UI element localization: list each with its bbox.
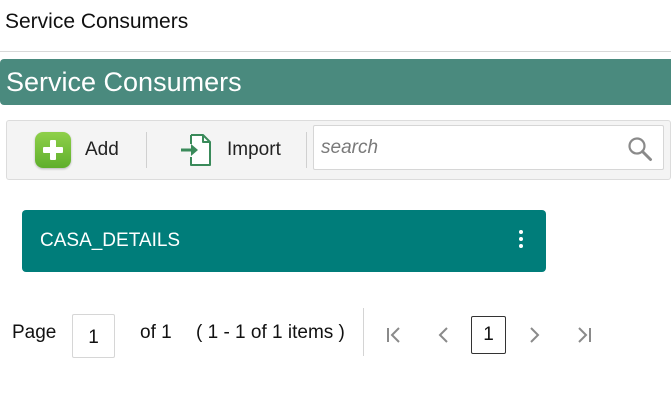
add-button[interactable]: Add — [35, 121, 119, 179]
page-count-label: of 1 — [140, 322, 172, 343]
page-number-input[interactable] — [72, 314, 115, 358]
page-label: Page — [12, 322, 57, 343]
section-banner: Service Consumers — [0, 59, 671, 105]
last-page-icon[interactable] — [575, 324, 593, 346]
import-icon — [181, 134, 211, 166]
service-consumer-card[interactable]: CASA_DETAILS — [22, 210, 546, 272]
previous-page-icon[interactable] — [435, 324, 453, 346]
plus-icon — [35, 132, 71, 168]
add-button-label: Add — [85, 139, 119, 160]
header-divider — [0, 51, 671, 52]
kebab-menu-icon[interactable] — [516, 230, 526, 252]
toolbar-separator — [146, 132, 147, 168]
import-button-label: Import — [227, 139, 281, 160]
toolbar: Add Import — [6, 120, 671, 180]
next-page-icon[interactable] — [525, 324, 543, 346]
toolbar-separator — [306, 132, 307, 168]
search-icon[interactable] — [627, 136, 653, 162]
search-box — [313, 125, 664, 170]
pagination: Page of 1 ( 1 - 1 of 1 items ) 1 — [0, 300, 671, 370]
pagination-separator — [363, 308, 364, 356]
items-summary: ( 1 - 1 of 1 items ) — [196, 322, 345, 343]
page-title: Service Consumers — [5, 10, 189, 33]
search-input[interactable] — [321, 126, 611, 169]
current-page-button[interactable]: 1 — [471, 316, 506, 354]
first-page-icon[interactable] — [385, 324, 403, 346]
card-title: CASA_DETAILS — [40, 230, 181, 251]
import-button[interactable]: Import — [179, 121, 281, 179]
